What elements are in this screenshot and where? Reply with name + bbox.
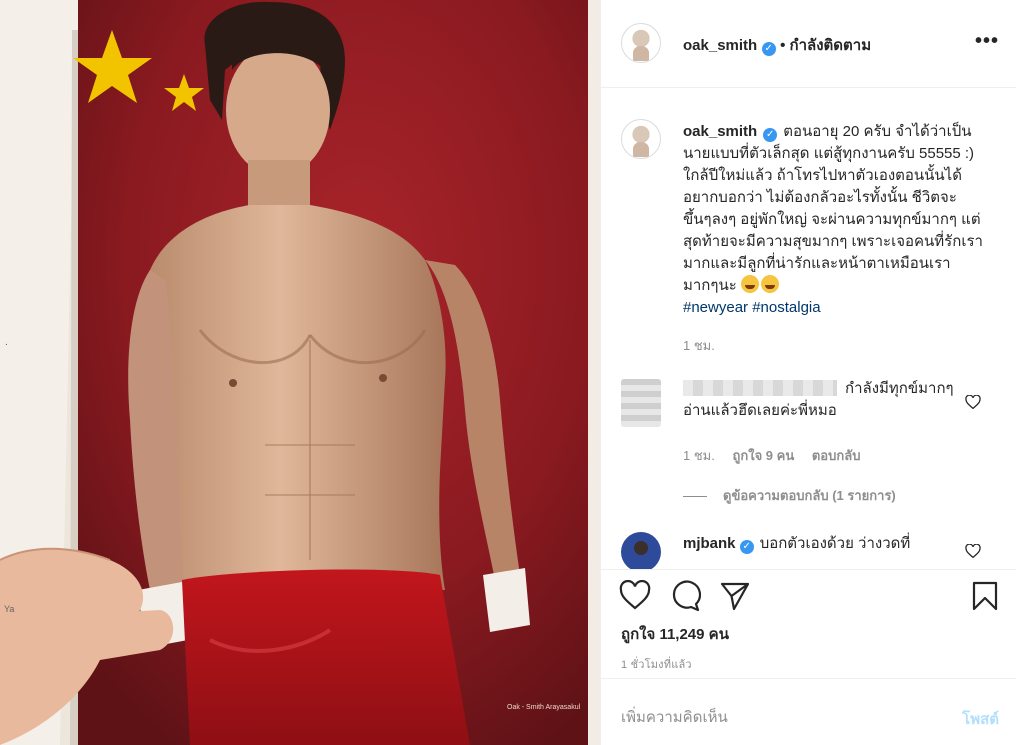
comment-text: กำลังมีทุกข์มากๆ อ่านแล้วฮึดเลยค่ะพี่หมอ [683, 378, 963, 422]
add-comment-input[interactable] [621, 704, 941, 730]
comment-username[interactable]: mjbank [683, 535, 736, 552]
post-comment-button[interactable]: โพสต์ [962, 707, 999, 731]
post-timestamp[interactable]: 1 ชั่วโมงที่แล้ว [621, 655, 692, 673]
comment-like-heart-icon[interactable] [965, 544, 981, 558]
comment-avatar-mjbank[interactable] [621, 532, 661, 569]
more-options-icon[interactable]: ••• [975, 30, 999, 53]
comment-time[interactable]: 1 ชม. [683, 448, 715, 463]
comment-avatar[interactable] [621, 379, 661, 427]
post-header: oak_smith ✓ • กำลังติดตาม ••• [601, 0, 1016, 88]
bookmark-icon[interactable] [969, 580, 1001, 612]
comment-like-heart-icon[interactable] [965, 395, 981, 409]
page-mark: . [5, 337, 8, 348]
page-mark-text: Ya [4, 604, 15, 614]
comment-icon[interactable] [669, 580, 701, 612]
verified-badge-icon: ✓ [739, 540, 754, 554]
hashtag-nostalgia[interactable]: #nostalgia [752, 299, 820, 316]
laughing-emoji-icon [760, 275, 779, 293]
comment-text: mjbank ✓ บอกตัวเองด้วย ว่างวดที่ [683, 533, 963, 555]
photo-illustration: . [0, 0, 600, 745]
caption-time[interactable]: 1 ชม. [683, 335, 715, 356]
likes-count[interactable]: ถูกใจ 11,249 คน [621, 622, 729, 646]
comments-list[interactable]: oak_smith ✓ ตอนอายุ 20 ครับ จำได้ว่าเป็นนา… [601, 89, 1016, 569]
caption-username[interactable]: oak_smith [683, 123, 757, 140]
caption: oak_smith ✓ ตอนอายุ 20 ครับ จำได้ว่าเป็นนา… [683, 121, 983, 319]
verified-badge-icon: ✓ [763, 128, 778, 142]
hashtag-newyear[interactable]: #newyear [683, 299, 748, 316]
view-replies-button[interactable]: ดูข้อความตอบกลับ (1 รายการ) [683, 485, 896, 506]
laughing-emoji-icon [740, 275, 759, 293]
comment-composer: โพสต์ [601, 690, 1016, 745]
header-user: oak_smith ✓ • กำลังติดตาม [683, 33, 871, 57]
post-actions: ถูกใจ 11,249 คน 1 ชั่วโมงที่แล้ว [601, 569, 1016, 679]
photo-credit: Oak - Smith Arayasakul [507, 704, 581, 711]
header-username[interactable]: oak_smith [683, 37, 757, 54]
comment-body: บอกตัวเองด้วย ว่างวดที่ [759, 535, 911, 552]
comment-username-redacted[interactable] [683, 380, 837, 396]
post-photo: . Oak - Smith Arayasakul Ya [0, 0, 600, 745]
post-details-panel: oak_smith ✓ • กำลังติดตาม ••• oak_smith ✓… [600, 0, 1016, 745]
send-icon[interactable] [719, 580, 751, 612]
caption-avatar[interactable] [621, 119, 661, 159]
verified-badge-icon: ✓ [761, 42, 776, 56]
follow-status[interactable]: • กำลังติดตาม [780, 37, 871, 54]
reply-button[interactable]: ตอบกลับ [812, 448, 861, 463]
avatar[interactable] [621, 23, 661, 63]
comment-meta: 1 ชม. ถูกใจ 9 คน ตอบกลับ [683, 445, 860, 466]
caption-text: ตอนอายุ 20 ครับ จำได้ว่าเป็นนายแบบที่ตัว… [683, 123, 983, 294]
heart-icon[interactable] [619, 580, 651, 612]
comment-likes[interactable]: ถูกใจ 9 คน [732, 448, 794, 463]
